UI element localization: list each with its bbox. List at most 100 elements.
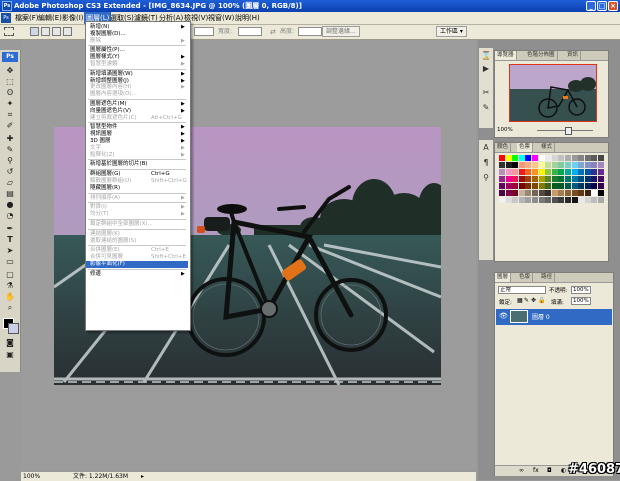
- color-swatch[interactable]: [505, 183, 512, 189]
- color-swatch[interactable]: [525, 155, 532, 161]
- color-swatch[interactable]: [565, 190, 571, 196]
- color-swatch[interactable]: [584, 197, 591, 203]
- lasso-tool-icon[interactable]: ʘ: [4, 88, 16, 98]
- tab-swatches[interactable]: 色票: [517, 143, 534, 152]
- lock-all-icon[interactable]: 🔒: [538, 297, 545, 304]
- color-swatch[interactable]: [558, 197, 565, 203]
- swap-icon[interactable]: ⇄: [270, 27, 276, 37]
- marquee-tool-icon[interactable]: ⬚: [4, 77, 16, 87]
- refine-edge-button[interactable]: 調整邊緣...: [322, 26, 360, 37]
- color-swatch[interactable]: [558, 169, 565, 175]
- color-swatch[interactable]: [571, 183, 578, 189]
- layer-menu-item[interactable]: 圖層內容選項(O)...: [86, 91, 188, 98]
- color-swatch[interactable]: [591, 169, 598, 175]
- magic-wand-tool-icon[interactable]: ✦: [4, 99, 16, 109]
- color-swatch[interactable]: [499, 155, 505, 161]
- color-swatch[interactable]: [499, 197, 505, 203]
- color-swatch[interactable]: [525, 183, 532, 189]
- adjustment-layer-icon[interactable]: ◐: [561, 467, 566, 474]
- eyedropper-tool-icon[interactable]: ⚗: [4, 281, 16, 291]
- background-color-swatch[interactable]: [8, 323, 19, 334]
- type-tool-icon[interactable]: T: [4, 235, 16, 245]
- color-swatch[interactable]: [558, 155, 565, 161]
- tab-info[interactable]: 資訊: [565, 51, 582, 60]
- intersect-selection-icon[interactable]: [63, 27, 72, 36]
- color-swatch[interactable]: [558, 183, 565, 189]
- color-swatch[interactable]: [545, 176, 552, 182]
- color-swatch[interactable]: [545, 197, 552, 203]
- color-swatch[interactable]: [598, 169, 604, 175]
- marquee-tool-icon[interactable]: [4, 27, 14, 36]
- color-swatch[interactable]: [545, 169, 552, 175]
- color-swatch[interactable]: [571, 162, 578, 168]
- color-swatch[interactable]: [518, 197, 525, 203]
- color-swatch[interactable]: [545, 155, 552, 161]
- color-swatch[interactable]: [558, 176, 565, 182]
- color-swatch[interactable]: [525, 169, 532, 175]
- tab-color[interactable]: 顏色: [495, 143, 512, 152]
- color-swatch[interactable]: [551, 155, 558, 161]
- layer-menu-item[interactable]: 新增基於圖層的切片(B): [86, 161, 188, 168]
- slice-tool-icon[interactable]: ✐: [4, 121, 16, 131]
- color-swatch[interactable]: [551, 162, 558, 168]
- color-swatch[interactable]: [565, 176, 571, 182]
- color-swatch[interactable]: [591, 155, 598, 161]
- layer-menu-item[interactable]: 建立剪裁遮色片(C) Alt+Ctrl+G: [86, 115, 188, 122]
- color-swatch[interactable]: [499, 162, 505, 168]
- color-swatch[interactable]: [598, 190, 604, 196]
- opacity-field[interactable]: 100%: [571, 286, 591, 294]
- screen-mode-icon[interactable]: ▣: [4, 350, 16, 360]
- layer-menu-item[interactable]: 隱藏圖層(R): [86, 185, 188, 192]
- color-swatch[interactable]: [578, 169, 585, 175]
- color-swatch[interactable]: [578, 155, 585, 161]
- color-swatch[interactable]: [512, 169, 519, 175]
- minimize-button[interactable]: _: [586, 1, 596, 11]
- color-swatch[interactable]: [499, 190, 505, 196]
- color-swatch[interactable]: [499, 176, 505, 182]
- color-swatch[interactable]: [571, 197, 578, 203]
- color-swatch[interactable]: [591, 176, 598, 182]
- color-swatch[interactable]: [518, 190, 525, 196]
- history-brush-icon[interactable]: ↺: [4, 167, 16, 177]
- color-swatch[interactable]: [525, 162, 532, 168]
- color-swatch[interactable]: [538, 155, 545, 161]
- add-mask-icon[interactable]: ◘: [547, 467, 552, 474]
- color-swatch[interactable]: [525, 190, 532, 196]
- color-swatch[interactable]: [538, 169, 545, 175]
- color-swatch[interactable]: [545, 162, 552, 168]
- gradient-tool-icon[interactable]: ▤: [4, 189, 16, 199]
- lock-transparency-icon[interactable]: ▦: [517, 297, 523, 304]
- tab-paths[interactable]: 路徑: [539, 273, 556, 282]
- color-swatch[interactable]: [538, 183, 545, 189]
- layer-menu-item[interactable]: 排列順序(A) ▶: [86, 195, 188, 202]
- layer-menu-item[interactable]: 影像平面化(F): [86, 261, 188, 268]
- blur-tool-icon[interactable]: ●: [4, 200, 16, 210]
- color-swatch[interactable]: [551, 183, 558, 189]
- color-swatch[interactable]: [598, 176, 604, 182]
- color-swatch[interactable]: [598, 197, 604, 203]
- style-select[interactable]: [194, 27, 214, 36]
- color-swatch[interactable]: [545, 183, 552, 189]
- color-swatch[interactable]: [512, 183, 519, 189]
- color-swatch[interactable]: [584, 176, 591, 182]
- color-swatch[interactable]: [512, 162, 519, 168]
- tab-styles[interactable]: 樣式: [539, 143, 556, 152]
- color-swatch[interactable]: [532, 197, 538, 203]
- fill-field[interactable]: 100%: [571, 297, 591, 305]
- navigator-zoom-handle[interactable]: [565, 127, 572, 135]
- navigator-zoom-value[interactable]: 100%: [497, 127, 513, 133]
- blend-mode-select[interactable]: 正常: [498, 286, 546, 294]
- hand-tool-icon[interactable]: ✋: [4, 292, 16, 302]
- tool-presets-icon[interactable]: ✂: [481, 88, 491, 98]
- color-swatch[interactable]: [551, 197, 558, 203]
- new-selection-icon[interactable]: [30, 27, 39, 36]
- layer-menu-item[interactable]: 修邊 ▶: [86, 271, 188, 278]
- color-swatch[interactable]: [518, 162, 525, 168]
- shape-tool-icon[interactable]: ▭: [4, 257, 16, 267]
- color-swatch[interactable]: [545, 190, 552, 196]
- brushes-panel-icon[interactable]: ✎: [481, 103, 491, 113]
- clone-stamp-icon[interactable]: ⚲: [4, 156, 16, 166]
- menu-item[interactable]: 影像(I): [60, 12, 86, 24]
- menu-item[interactable]: 說明(H): [233, 12, 262, 24]
- path-selection-icon[interactable]: ➤: [4, 246, 16, 256]
